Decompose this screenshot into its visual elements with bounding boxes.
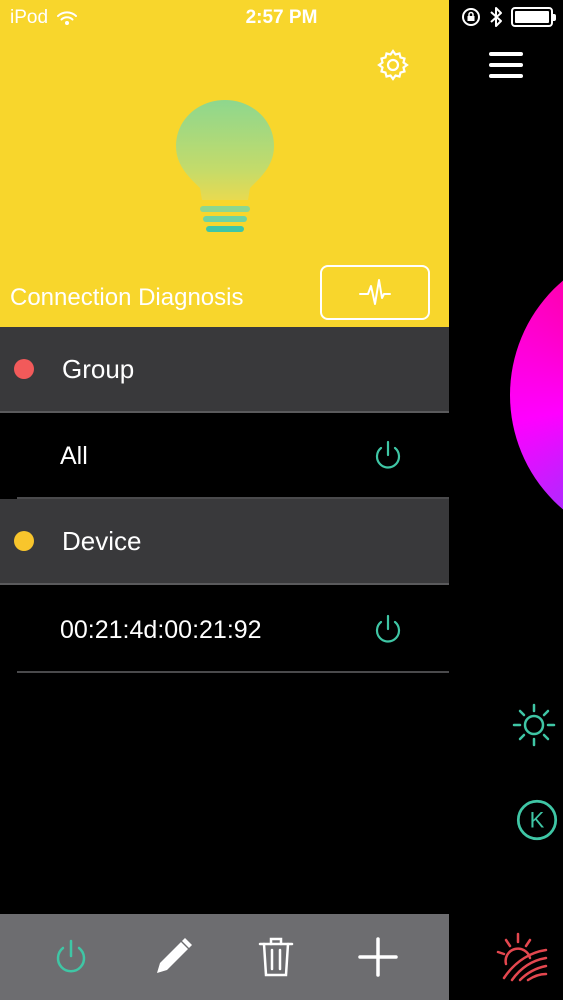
kelvin-icon[interactable]: K	[515, 798, 559, 842]
sunrise-icon[interactable]	[496, 930, 548, 982]
row-divider	[17, 671, 449, 673]
device-section-title: Device	[62, 525, 142, 556]
group-row-all[interactable]: All	[0, 413, 449, 499]
side-drawer: Connection Diagnosis Group All Device 00…	[0, 0, 449, 1000]
power-toggle-icon[interactable]	[371, 439, 405, 473]
plus-icon	[358, 937, 398, 977]
delete-button[interactable]	[254, 935, 298, 979]
group-section-header[interactable]: Group	[0, 327, 449, 413]
bottom-toolbar	[0, 914, 449, 1000]
trash-icon	[258, 937, 293, 977]
power-all-button[interactable]	[49, 935, 93, 979]
device-status-dot	[14, 531, 34, 551]
group-status-dot	[14, 359, 34, 379]
kelvin-letter: K	[530, 808, 545, 833]
connection-diagnosis-button[interactable]	[320, 265, 430, 320]
light-bulb-icon	[176, 100, 274, 232]
pulse-icon	[359, 278, 391, 305]
group-section-title: Group	[62, 353, 135, 384]
settings-gear-icon[interactable]	[376, 48, 410, 82]
connection-diagnosis-label: Connection Diagnosis	[10, 284, 244, 311]
bluetooth-icon	[490, 7, 502, 27]
edit-button[interactable]	[151, 935, 195, 979]
hamburger-menu-icon[interactable]	[489, 52, 523, 80]
orientation-lock-icon	[462, 8, 480, 26]
power-toggle-icon[interactable]	[371, 613, 405, 647]
device-item-label: 00:21:4d:00:21:92	[60, 615, 262, 644]
color-wheel[interactable]	[510, 245, 563, 545]
drawer-header: Connection Diagnosis	[0, 0, 449, 327]
status-bar: iPod 2:57 PM	[0, 0, 563, 36]
battery-icon	[511, 7, 556, 27]
power-icon	[56, 939, 86, 973]
pencil-icon	[157, 938, 193, 973]
status-right	[461, 6, 556, 28]
device-row[interactable]: 00:21:4d:00:21:92	[0, 587, 449, 673]
brightness-icon[interactable]	[512, 703, 556, 747]
device-section-header[interactable]: Device	[0, 499, 449, 585]
app-screen: K Connection Diagnosis Group All Device …	[0, 0, 563, 1000]
add-button[interactable]	[356, 935, 400, 979]
group-item-label: All	[60, 441, 88, 470]
